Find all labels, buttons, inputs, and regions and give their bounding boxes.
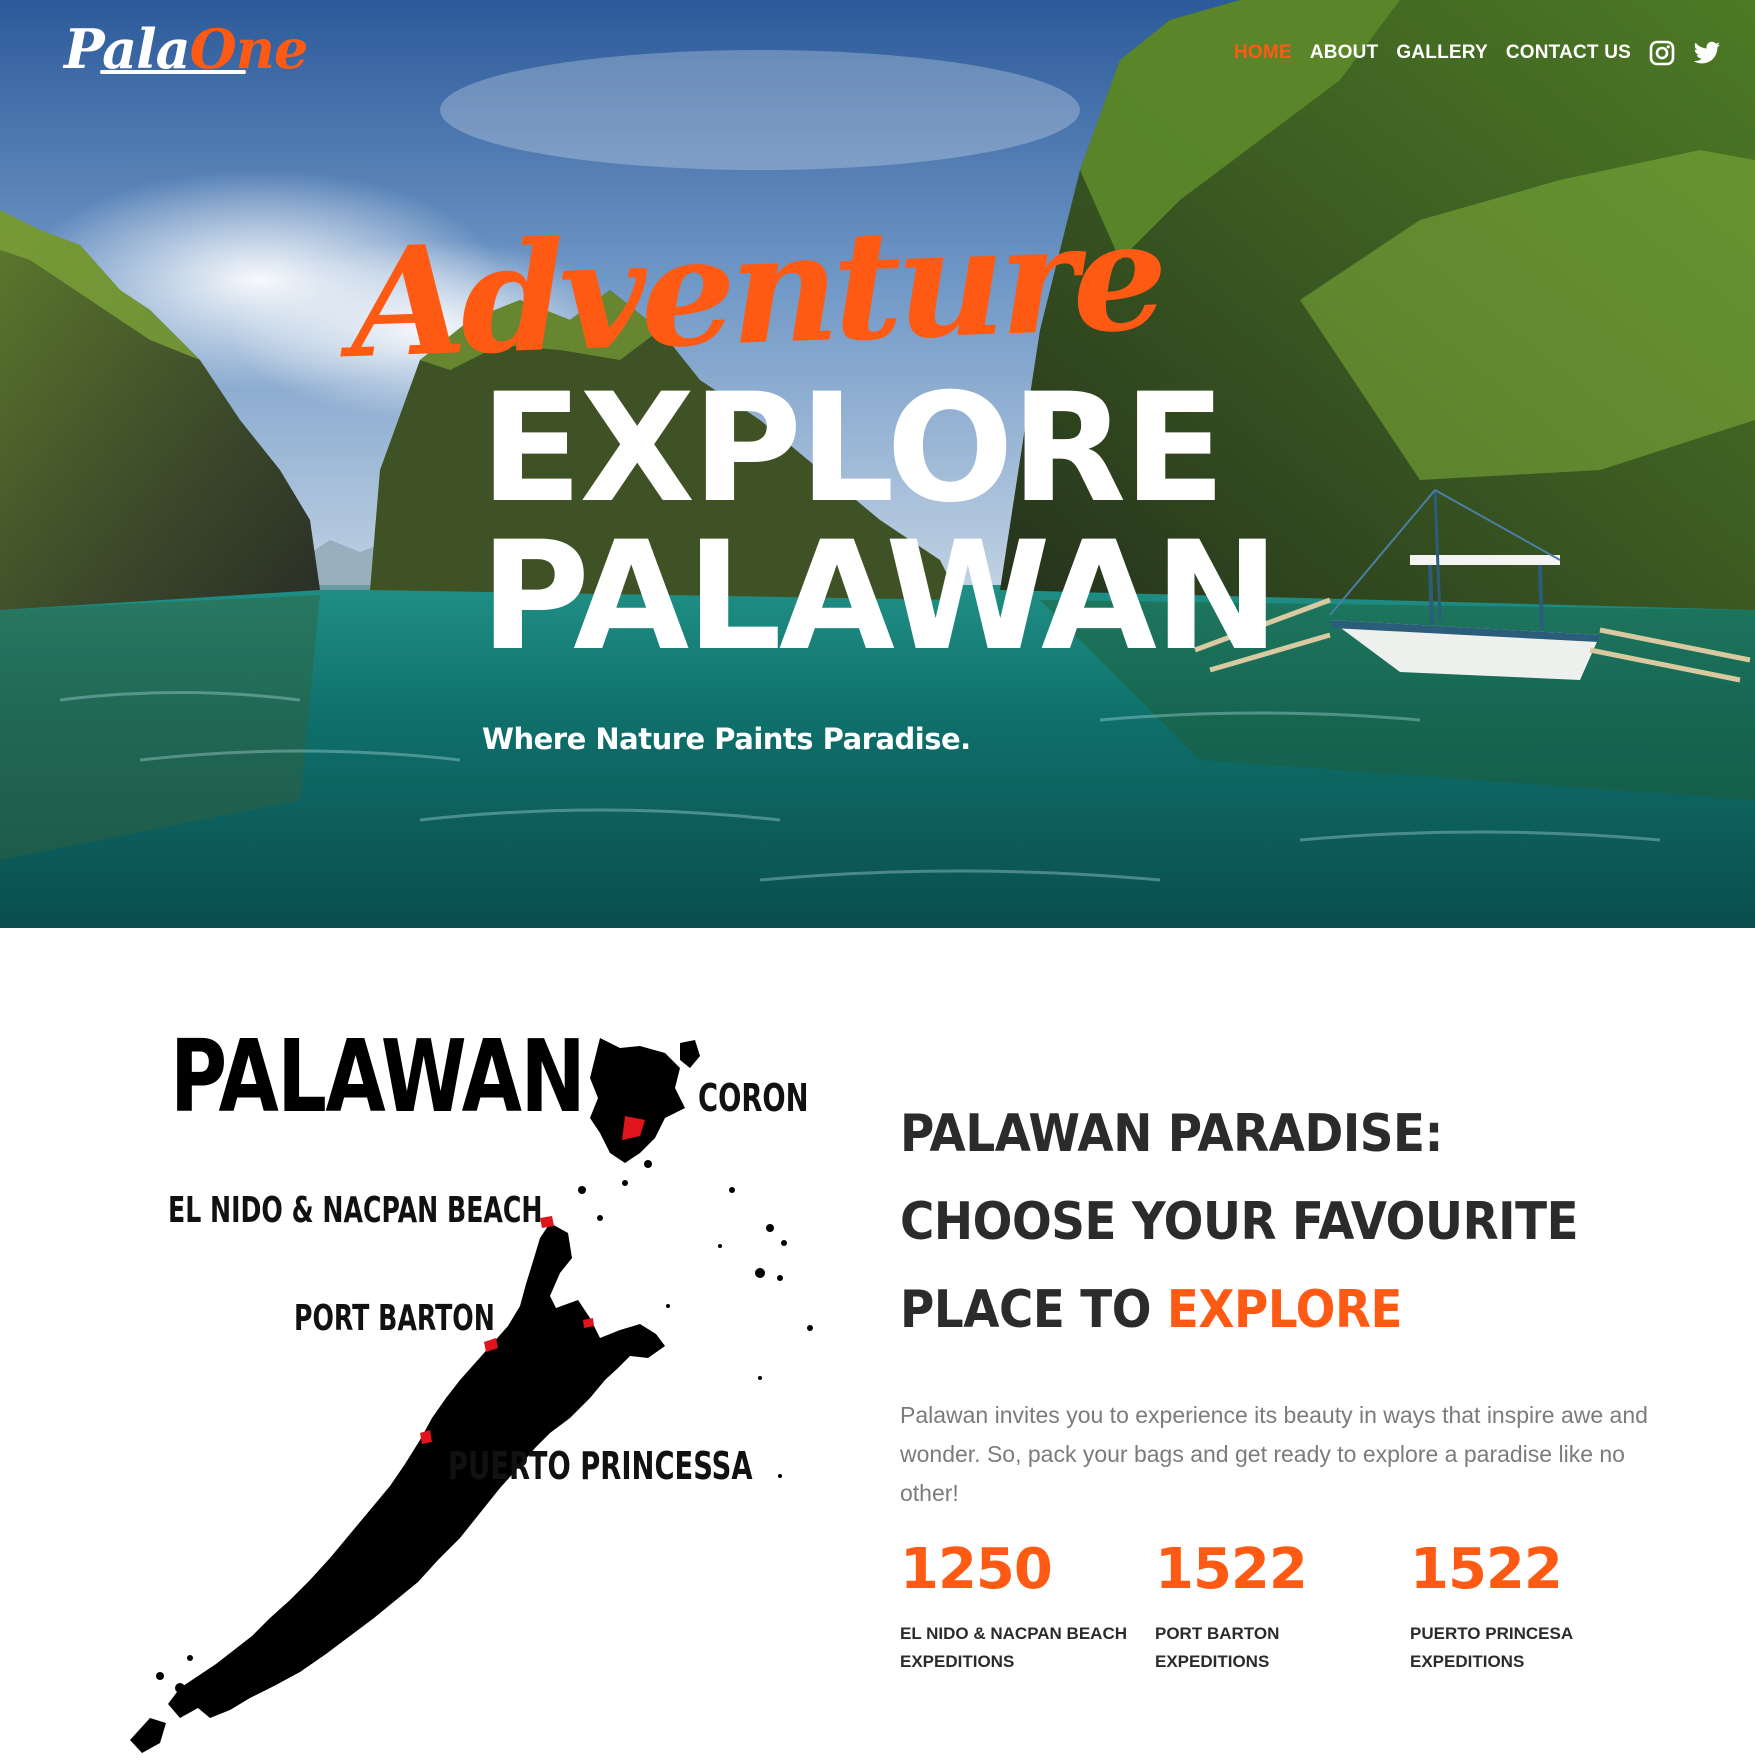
- palawan-map: PALAWAN CORON EL NIDO & NACPAN BEACH POR…: [120, 928, 840, 1760]
- map-label-coron: CORON: [698, 1076, 809, 1120]
- headline-line3: PLACE TO EXPLORE: [900, 1266, 1638, 1354]
- stat-el-nido: 1250 EL NIDO & NACPAN BEACH EXPEDITIONS: [900, 1538, 1140, 1676]
- nav-contact-us[interactable]: CONTACT US: [1506, 42, 1631, 64]
- nav-home[interactable]: HOME: [1234, 42, 1292, 64]
- stat-label-line1: EL NIDO & NACPAN BEACH: [900, 1624, 1127, 1643]
- stats-row: 1250 EL NIDO & NACPAN BEACH EXPEDITIONS …: [900, 1538, 1720, 1688]
- stat-value: 1522: [1155, 1537, 1308, 1602]
- map-label-puerto-princesa: PUERTO PRINCESSA: [448, 1444, 753, 1488]
- hero-title: EXPLORE PALAWAN: [480, 362, 1280, 684]
- map-title: PALAWAN: [170, 1018, 586, 1135]
- hero-title-line1: EXPLORE: [480, 362, 1226, 536]
- headline-line3-prefix: PLACE TO: [900, 1280, 1152, 1340]
- nav-about[interactable]: ABOUT: [1310, 42, 1379, 64]
- headline-line1: PALAWAN PARADISE:: [900, 1104, 1443, 1164]
- stat-value: 1250: [900, 1537, 1053, 1602]
- explore-section: PALAWAN CORON EL NIDO & NACPAN BEACH POR…: [0, 928, 1755, 1760]
- stat-label-line2: EXPEDITIONS: [1410, 1652, 1525, 1671]
- hero-tagline: Where Nature Paints Paradise.: [482, 722, 971, 756]
- stat-label-line2: EXPEDITIONS: [900, 1652, 1015, 1671]
- section-headline: PALAWAN PARADISE: CHOOSE YOUR FAVOURITE …: [900, 1090, 1720, 1354]
- map-label-port-barton: PORT BARTON: [294, 1298, 495, 1339]
- stat-puerto-princesa: 1522 PUERTO PRINCESA EXPEDITIONS: [1410, 1538, 1650, 1676]
- stat-label-line1: PORT BARTON: [1155, 1624, 1280, 1643]
- headline-line2: CHOOSE YOUR FAVOURITE: [900, 1192, 1579, 1252]
- hero-script-word: Adventure: [347, 187, 1165, 393]
- hero-title-line2: PALAWAN: [480, 510, 1280, 684]
- hero-section: PalaOne HOME ABOUT GALLERY CONTACT US Ad…: [0, 0, 1755, 928]
- instagram-icon[interactable]: [1649, 40, 1675, 66]
- stat-label-line1: PUERTO PRINCESA: [1410, 1624, 1574, 1643]
- section-intro: Palawan invites you to experience its be…: [900, 1402, 1648, 1506]
- stat-value: 1522: [1410, 1537, 1563, 1602]
- stat-label-line2: EXPEDITIONS: [1155, 1652, 1270, 1671]
- main-nav: HOME ABOUT GALLERY CONTACT US: [1234, 38, 1720, 68]
- map-label-el-nido: EL NIDO & NACPAN BEACH: [168, 1190, 543, 1231]
- headline-accent-word: EXPLORE: [1166, 1280, 1403, 1340]
- nav-gallery[interactable]: GALLERY: [1396, 42, 1487, 64]
- logo-underline: [100, 70, 246, 74]
- section-content: PALAWAN PARADISE: CHOOSE YOUR FAVOURITE …: [900, 928, 1720, 1760]
- stat-port-barton: 1522 PORT BARTON EXPEDITIONS: [1155, 1538, 1395, 1676]
- twitter-icon[interactable]: [1693, 40, 1720, 66]
